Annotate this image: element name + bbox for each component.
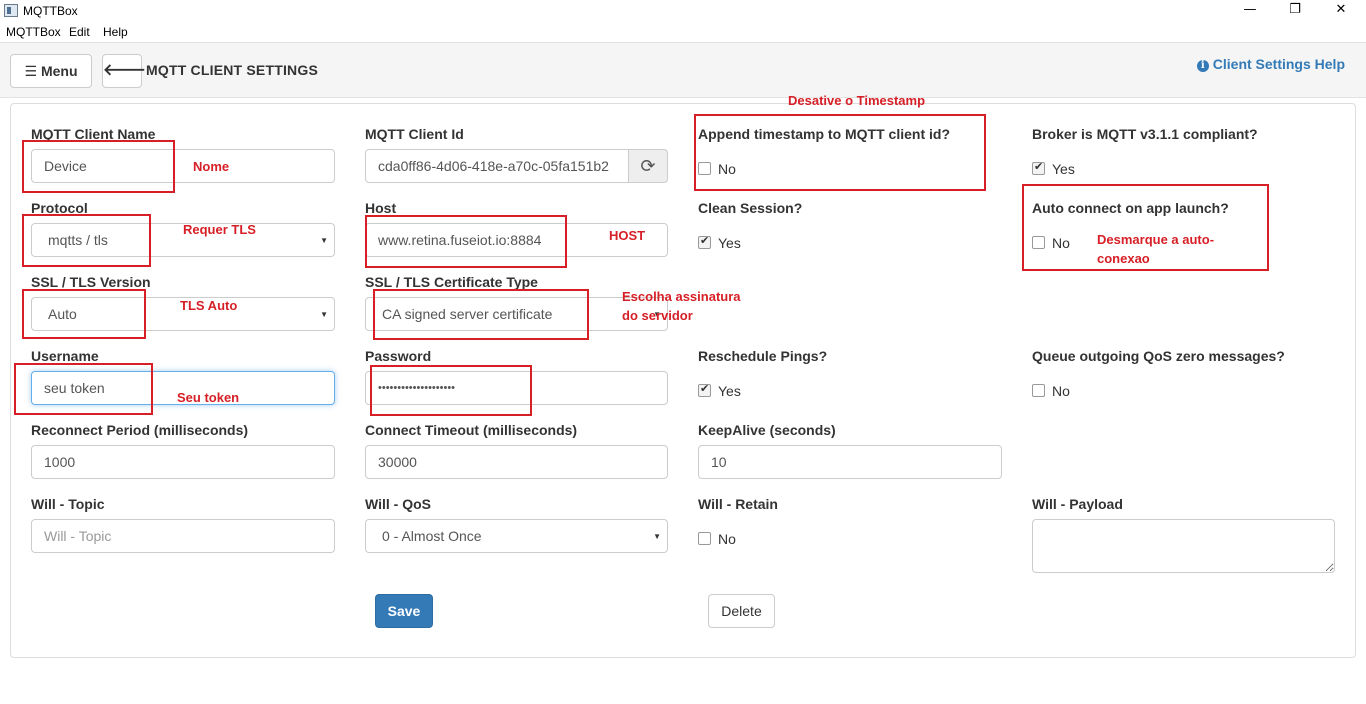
annotation-choose-signature-1: Escolha assinatura — [622, 289, 741, 304]
menu-help[interactable]: Help — [103, 25, 128, 39]
password-label: Password — [365, 348, 432, 364]
menu-edit[interactable]: Edit — [69, 25, 90, 39]
will-qos-label: Will - QoS — [365, 496, 431, 512]
will-topic-label: Will - Topic — [31, 496, 105, 512]
help-link-label: Client Settings Help — [1212, 56, 1345, 72]
client-settings-help-link[interactable]: i Client Settings Help — [1196, 56, 1345, 72]
client-id-label: MQTT Client Id — [365, 126, 464, 142]
annotation-box-username — [14, 363, 153, 415]
clean-session-checkbox[interactable] — [698, 234, 711, 249]
cert-type-label: SSL / TLS Certificate Type — [365, 274, 538, 290]
annotation-box-cert-type — [373, 289, 589, 340]
maximize-button[interactable]: ❐ — [1272, 0, 1318, 22]
queue-qos-zero-label: Queue outgoing QoS zero messages? — [1032, 348, 1285, 364]
broker-compliant-label: Broker is MQTT v3.1.1 compliant? — [1032, 126, 1258, 142]
client-id-input[interactable]: cda0ff86-4d06-418e-a70c-05fa151b2 — [365, 149, 629, 183]
reschedule-pings-checkbox[interactable] — [698, 382, 711, 397]
reschedule-pings-option: Yes — [718, 383, 741, 399]
caret-down-icon: ▼ — [653, 532, 661, 541]
delete-button[interactable]: Delete — [708, 594, 775, 628]
connect-timeout-label: Connect Timeout (milliseconds) — [365, 422, 578, 438]
clean-session-label: Clean Session? — [698, 200, 803, 216]
clean-session-option: Yes — [718, 235, 741, 251]
reconnect-period-label: Reconnect Period (milliseconds) — [31, 422, 249, 438]
page-header: ☰ Menu 🡐 MQTT CLIENT SETTINGS i Client Se… — [0, 42, 1366, 98]
annotation-disable-timestamp: Desative o Timestamp — [788, 93, 926, 108]
reschedule-pings-label: Reschedule Pings? — [698, 348, 828, 364]
caret-down-icon: ▼ — [320, 236, 328, 245]
annotation-box-timestamp — [694, 114, 986, 191]
queue-qos-zero-option: No — [1052, 383, 1070, 399]
title-bar: MQTTBox — ❐ ✕ — [0, 0, 1366, 22]
window-title: MQTTBox — [23, 4, 78, 18]
page-title: MQTT CLIENT SETTINGS — [146, 62, 318, 78]
menu-bar: MQTTBox Edit Help — [0, 22, 1366, 42]
will-qos-value: 0 - Almost Once — [382, 528, 482, 544]
broker-compliant-checkbox[interactable] — [1032, 160, 1045, 175]
info-circle-icon: i — [1196, 60, 1209, 72]
will-payload-textarea[interactable] — [1032, 519, 1335, 573]
will-retain-option: No — [718, 531, 736, 547]
annotation-box-ssl-version — [22, 289, 146, 339]
annotation-box-password — [370, 365, 532, 416]
reconnect-period-input[interactable]: 1000 — [31, 445, 335, 479]
will-retain-checkbox[interactable] — [698, 532, 711, 545]
host-label: Host — [365, 200, 397, 216]
will-topic-input[interactable]: Will - Topic — [31, 519, 335, 553]
refresh-icon: ⟳ — [640, 156, 656, 177]
menu-button-label: ☰ Menu — [24, 63, 78, 79]
annotation-box-protocol — [22, 214, 151, 267]
annotation-choose-signature-2: do servidor — [622, 308, 693, 323]
broker-compliant-option: Yes — [1052, 161, 1075, 177]
connect-timeout-input[interactable]: 30000 — [365, 445, 668, 479]
will-retain-label: Will - Retain — [698, 496, 778, 512]
annotation-box-host — [365, 215, 567, 268]
keepalive-label: KeepAlive (seconds) — [698, 422, 836, 438]
menu-mqttbox[interactable]: MQTTBox — [6, 25, 61, 39]
keepalive-input[interactable]: 10 — [698, 445, 1002, 479]
minimize-button[interactable]: — — [1227, 0, 1273, 22]
annotation-uncheck-autoconnect-2: conexao — [1097, 251, 1150, 266]
ssl-version-label: SSL / TLS Version — [31, 274, 151, 290]
annotation-host: HOST — [609, 228, 646, 243]
refresh-client-id-button[interactable]: ⟳ — [628, 149, 668, 183]
will-qos-select[interactable]: 0 - Almost Once ▼ — [365, 519, 668, 553]
save-button[interactable]: Save — [375, 594, 433, 628]
annotation-requires-tls: Requer TLS — [183, 222, 256, 237]
back-button[interactable]: 🡐 — [102, 54, 146, 88]
queue-qos-zero-checkbox[interactable] — [1032, 384, 1045, 397]
annotation-tls-auto: TLS Auto — [180, 298, 238, 313]
will-payload-label: Will - Payload — [1032, 496, 1123, 512]
app-icon — [4, 4, 18, 17]
annotation-your-token: Seu token — [177, 390, 240, 405]
annotation-box-client-name — [22, 140, 175, 193]
annotation-name: Nome — [193, 159, 230, 174]
close-button[interactable]: ✕ — [1318, 0, 1364, 22]
username-label: Username — [31, 348, 99, 364]
arrow-left-icon: 🡐 — [103, 60, 146, 79]
menu-button[interactable]: ☰ Menu — [10, 54, 92, 88]
caret-down-icon: ▼ — [320, 310, 328, 319]
annotation-uncheck-autoconnect-1: Desmarque a auto- — [1097, 232, 1215, 247]
